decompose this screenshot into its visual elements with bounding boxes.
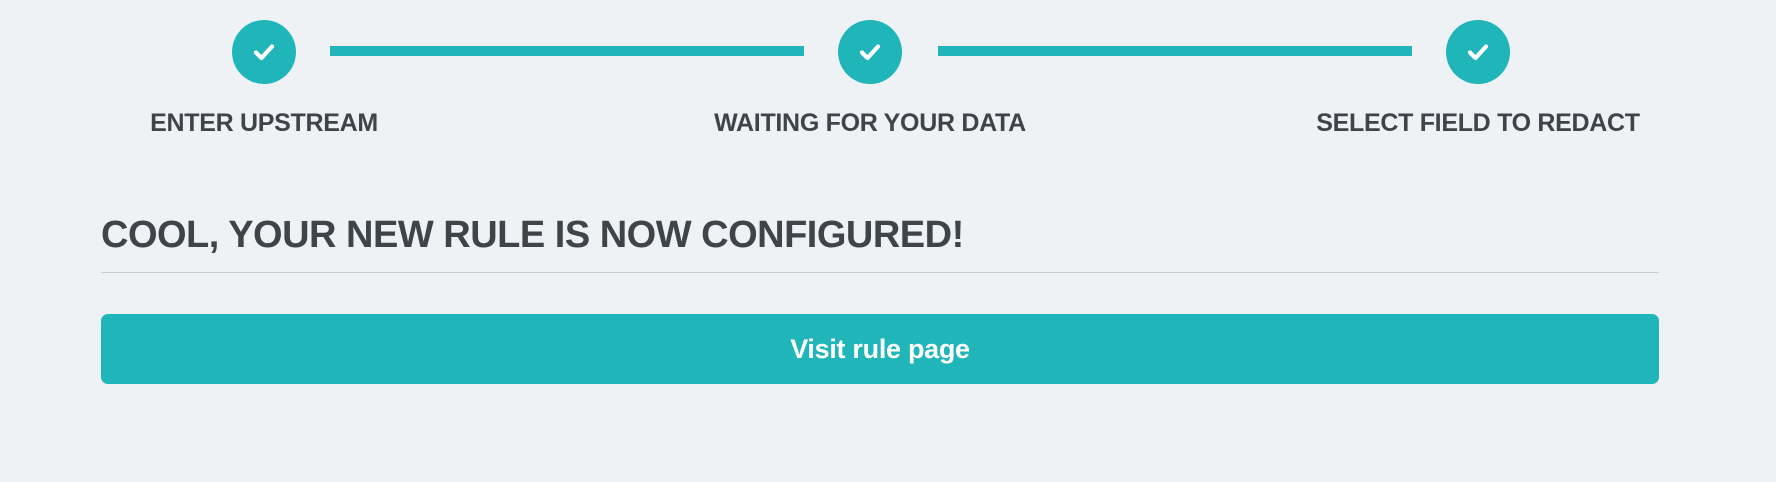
check-icon bbox=[859, 44, 881, 61]
step-connector-2 bbox=[938, 46, 1412, 56]
step-1-complete-circle bbox=[232, 20, 296, 84]
check-icon bbox=[1467, 44, 1489, 61]
step-2-complete-circle bbox=[838, 20, 902, 84]
step-label-enter-upstream: ENTER UPSTREAM bbox=[150, 109, 378, 137]
step-connector-1 bbox=[330, 46, 804, 56]
step-3-complete-circle bbox=[1446, 20, 1510, 84]
success-title: COOL, YOUR NEW RULE IS NOW CONFIGURED! bbox=[101, 214, 964, 256]
title-divider bbox=[101, 272, 1659, 273]
check-icon bbox=[253, 44, 275, 61]
progress-stepper: ENTER UPSTREAM WAITING FOR YOUR DATA SEL… bbox=[0, 0, 1776, 150]
step-label-select-field: SELECT FIELD TO REDACT bbox=[1316, 109, 1640, 137]
step-label-waiting-for-data: WAITING FOR YOUR DATA bbox=[714, 109, 1026, 137]
visit-rule-page-button[interactable]: Visit rule page bbox=[101, 314, 1659, 384]
